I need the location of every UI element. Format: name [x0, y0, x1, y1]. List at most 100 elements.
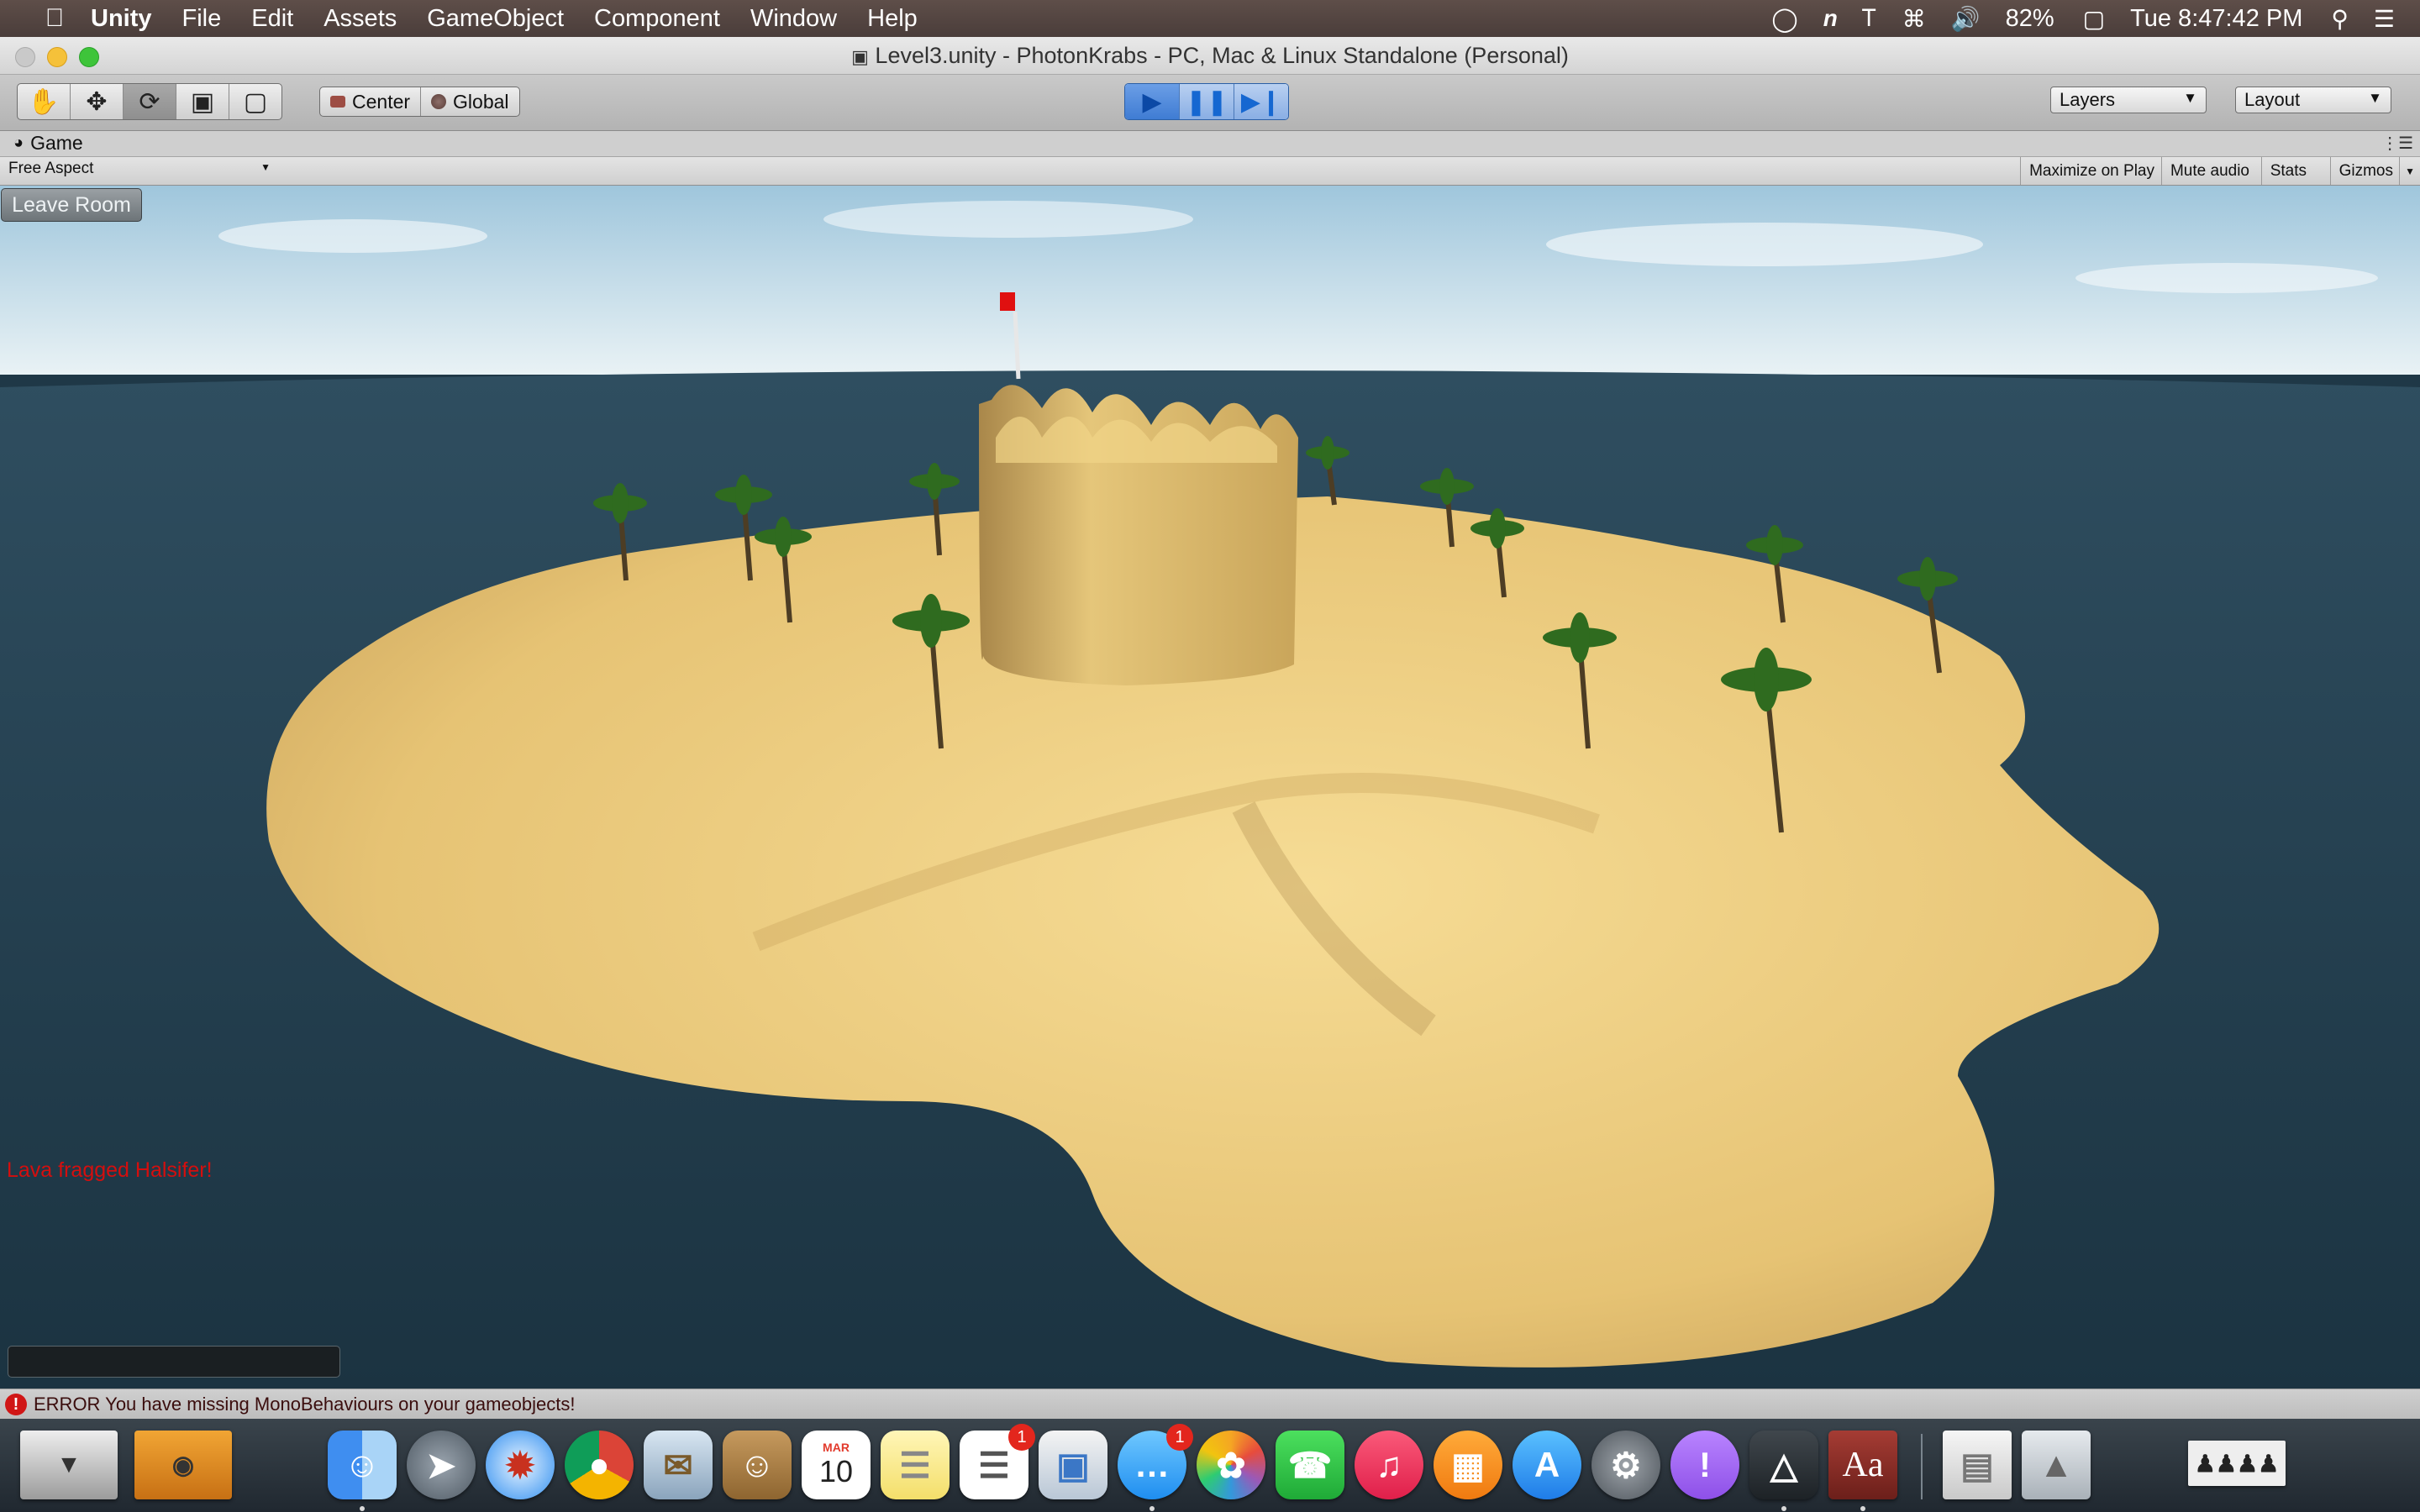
documents-stack-icon[interactable]: ▤: [1943, 1431, 2012, 1499]
finder-running-dot: [360, 1506, 365, 1511]
n-app-icon[interactable]: n: [1823, 5, 1838, 32]
battery-icon[interactable]: ▢: [2083, 5, 2105, 33]
menu-extras: ◯ n Ꭲ ⌘ 🔊 82% ▢ Tue 8:47:42 PM ⚲ ☰: [1771, 0, 2420, 37]
mac-menu-bar:  Unity File Edit Assets GameObject Comp…: [0, 0, 2420, 37]
battery-percent: 82%: [2005, 4, 2054, 32]
mute-audio-toggle[interactable]: Mute audio: [2160, 157, 2258, 185]
app-store-icon[interactable]: A: [1512, 1431, 1581, 1499]
layout-label: Layout: [2244, 89, 2301, 110]
game-viewport[interactable]: Leave Room Lava fragged Halsifer!: [0, 186, 2420, 1389]
pivot-center-icon: [330, 96, 345, 108]
island-scene: [0, 186, 2420, 1389]
trash-icon[interactable]: ▲: [2022, 1431, 2091, 1499]
console-status-bar[interactable]: ! ERROR You have missing MonoBehaviours …: [0, 1389, 2420, 1420]
dictionary-running-dot: [1860, 1506, 1865, 1511]
preview-icon[interactable]: ▣: [1039, 1431, 1107, 1499]
pause-button[interactable]: ❚❚: [1180, 84, 1234, 119]
menu-component[interactable]: Component: [594, 5, 720, 33]
window-thumbnail-2[interactable]: ◉: [134, 1431, 232, 1499]
calendar-icon[interactable]: MAR 10: [802, 1431, 871, 1499]
layers-dropdown[interactable]: Layers ▼: [2050, 87, 2207, 113]
calendar-day: 10: [818, 1454, 854, 1488]
cloud: [2075, 263, 2378, 293]
messages-icon[interactable]: … 1: [1118, 1424, 1193, 1499]
messages-badge: 1: [1166, 1424, 1193, 1451]
creative-cloud-icon[interactable]: ◯: [1771, 5, 1797, 33]
dictionary-label: Aa: [1842, 1446, 1884, 1484]
ibooks-icon[interactable]: ▦: [1434, 1431, 1502, 1499]
system-preferences-icon[interactable]: ⚙: [1591, 1431, 1660, 1499]
bluetooth-icon[interactable]: Ꭲ: [1863, 5, 1877, 33]
pacman-icon: ◕: [13, 134, 24, 152]
mail-icon[interactable]: ✉: [644, 1431, 713, 1499]
menu-file[interactable]: File: [182, 5, 222, 33]
menu-help[interactable]: Help: [867, 5, 918, 33]
menu-gameobject[interactable]: GameObject: [427, 5, 564, 33]
gizmos-toggle[interactable]: Gizmos: [2329, 157, 2402, 185]
layout-dropdown[interactable]: Layout ▼: [2235, 87, 2391, 113]
unity-document-icon: ▣: [851, 46, 869, 67]
chat-input[interactable]: [8, 1346, 340, 1378]
window-title-bar: ▣ Level3.unity - PhotonKrabs - PC, Mac &…: [0, 37, 2420, 75]
itunes-icon[interactable]: ♫: [1355, 1431, 1423, 1499]
chrome-icon[interactable]: ●: [565, 1431, 634, 1499]
cloud: [218, 219, 487, 253]
layers-label: Layers: [2060, 89, 2116, 110]
spotlight-search-icon[interactable]: ⚲: [2331, 5, 2349, 33]
gizmos-chevron-down-icon[interactable]: ▼: [2399, 157, 2420, 185]
volume-icon[interactable]: 🔊: [1951, 5, 1981, 33]
facetime-icon[interactable]: ☎: [1276, 1431, 1344, 1499]
notes-icon[interactable]: ☰: [881, 1431, 950, 1499]
game-view-toolbar: Free Aspect ▼ Maximize on Play Mute audi…: [0, 157, 2420, 186]
rotate-icon[interactable]: ⟳: [124, 84, 176, 119]
playmode-controls: ▶ ❚❚ ▶❙: [1124, 83, 1289, 120]
feedback-icon[interactable]: !: [1670, 1431, 1739, 1499]
unity-icon[interactable]: △: [1749, 1431, 1818, 1499]
apple-icon[interactable]: : [34, 4, 76, 33]
menu-assets[interactable]: Assets: [324, 5, 397, 33]
cloud: [1546, 223, 1983, 266]
minimized-window-thumbnail[interactable]: ♟♟♟♟: [2188, 1441, 2286, 1486]
game-view-tab-bar: ◕ Game ⋮☰: [0, 131, 2420, 157]
launchpad-icon[interactable]: ➤: [407, 1431, 476, 1499]
menu-clock[interactable]: Tue 8:47:42 PM: [2130, 5, 2302, 33]
error-message[interactable]: ERROR You have missing MonoBehaviours on…: [34, 1394, 575, 1415]
pivot-rotation-label: Global: [453, 90, 509, 113]
menu-edit[interactable]: Edit: [251, 5, 293, 33]
wifi-icon[interactable]: ⌘: [1902, 5, 1926, 33]
menu-window[interactable]: Window: [750, 5, 837, 33]
safari-icon[interactable]: ✹: [486, 1431, 555, 1499]
photos-icon[interactable]: ✿: [1197, 1431, 1265, 1499]
frag-message: Lava fragged Halsifer!: [7, 1158, 213, 1182]
notification-center-icon[interactable]: ☰: [2374, 5, 2395, 33]
finder-icon[interactable]: ☺: [328, 1431, 397, 1499]
tab-game[interactable]: ◕ Game: [13, 132, 83, 155]
aspect-dropdown[interactable]: Free Aspect ▼: [8, 160, 276, 182]
error-icon: !: [5, 1394, 27, 1415]
rect-icon[interactable]: ▢: [229, 84, 281, 119]
maximize-on-play-toggle[interactable]: Maximize on Play: [2020, 157, 2163, 185]
pivot-rotation-button[interactable]: Global: [421, 87, 518, 116]
contacts-icon[interactable]: ☺: [723, 1431, 792, 1499]
tab-menu-icon[interactable]: ⋮☰: [2381, 133, 2413, 154]
play-button[interactable]: ▶: [1125, 84, 1180, 119]
hand-icon[interactable]: ✋: [18, 84, 71, 119]
window-title-text: Level3.unity - PhotonKrabs - PC, Mac & L…: [875, 43, 1569, 68]
menu-app-unity[interactable]: Unity: [91, 5, 152, 33]
mac-dock: ▼ ◉ ☺ ➤ ✹ ● ✉ ☺ MAR 10 ☰ ☰ 1 ▣ … 1 ✿ ☎ ♫…: [0, 1419, 2420, 1512]
pivot-mode-label: Center: [352, 90, 411, 113]
window-title: ▣ Level3.unity - PhotonKrabs - PC, Mac &…: [0, 43, 2420, 69]
reminders-icon[interactable]: ☰ 1: [960, 1424, 1035, 1499]
window-thumbnail-1[interactable]: ▼: [20, 1431, 118, 1499]
stats-toggle[interactable]: Stats: [2260, 157, 2315, 185]
reminders-badge: 1: [1008, 1424, 1035, 1451]
dictionary-icon[interactable]: Aa: [1828, 1431, 1897, 1499]
pivot-mode-button[interactable]: Center: [320, 87, 422, 116]
scale-icon[interactable]: ▣: [176, 84, 229, 119]
red-flag: [1000, 292, 1015, 311]
move-icon[interactable]: ✥: [71, 84, 124, 119]
tab-game-label: Game: [30, 132, 83, 154]
step-button[interactable]: ▶❙: [1234, 84, 1288, 119]
leave-room-button[interactable]: Leave Room: [1, 188, 142, 222]
chevron-down-icon: ▼: [260, 161, 271, 173]
